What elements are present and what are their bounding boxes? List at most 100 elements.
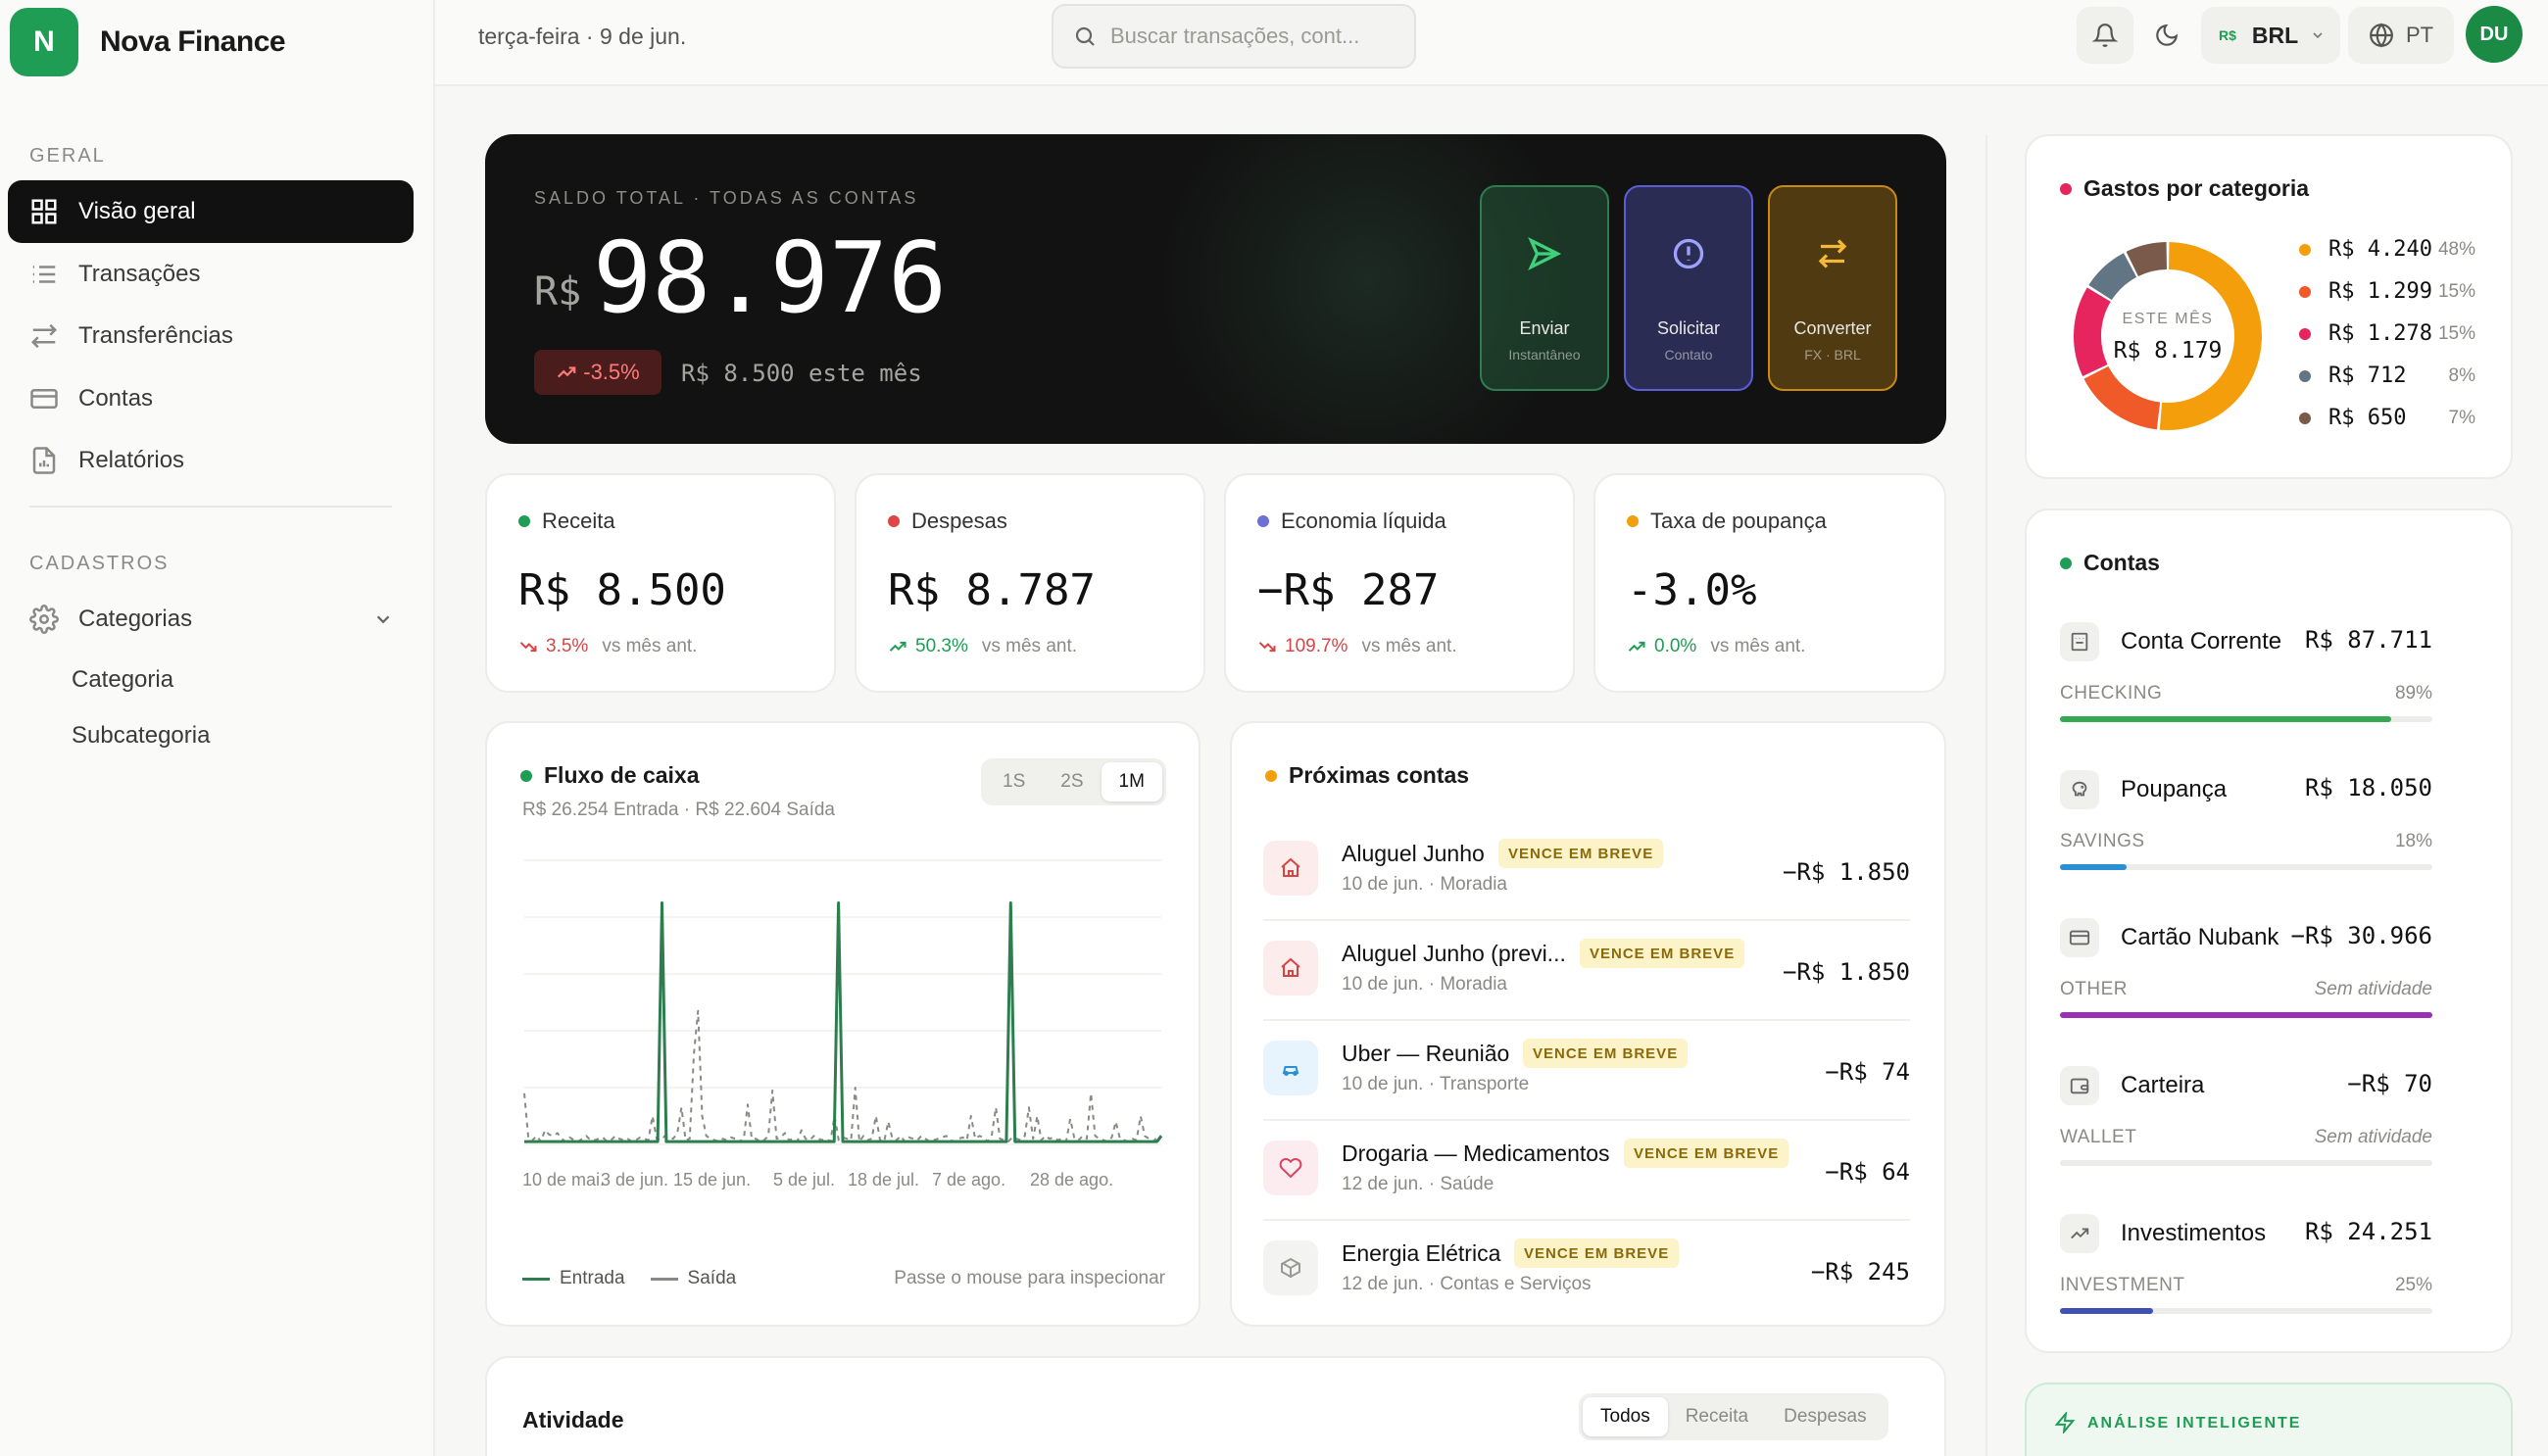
account-progress-fill — [2060, 1012, 2432, 1018]
sidebar-item-reports[interactable]: Relatórios — [8, 429, 414, 492]
currency-symbol: R$ — [2219, 27, 2236, 43]
account-amount: R$ 18.050 — [2304, 774, 2432, 801]
sidebar-sub-category[interactable]: Categoria — [72, 666, 173, 694]
tab-1m[interactable]: 1M — [1101, 762, 1162, 801]
sidebar-item-label: Contas — [78, 385, 154, 412]
bill-amount: −R$ 74 — [1825, 1058, 1910, 1086]
tab-1s[interactable]: 1S — [985, 762, 1043, 801]
status-badge: VENCE EM BREVE — [1523, 1039, 1689, 1068]
account-type: CHECKING — [2060, 683, 2163, 704]
search-input[interactable] — [1110, 24, 1395, 49]
account-share: 25% — [2394, 1275, 2432, 1295]
sidebar-item-categories[interactable]: Categorias — [8, 588, 414, 651]
chevron-down-icon[interactable] — [372, 608, 394, 630]
account-progress-track — [2060, 716, 2432, 722]
trend-up-icon — [1628, 641, 1645, 652]
card-icon — [2069, 930, 2090, 946]
sidebar-divider — [29, 506, 392, 508]
stat-title: Despesas — [911, 509, 1007, 533]
x-tick-label: 28 de ago. — [1030, 1170, 1113, 1189]
search-box[interactable] — [1052, 4, 1416, 69]
balance-hero: SALDO TOTAL · TODAS AS CONTAS R$ 98.976 … — [485, 134, 1946, 444]
bill-row[interactable]: Aluguel Junho 10 de jun. · Moradia VENCE E… — [1263, 821, 1910, 921]
notifications-button[interactable] — [2077, 7, 2133, 64]
brand-name: Nova Finance — [100, 25, 286, 58]
account-share: 18% — [2394, 831, 2432, 851]
sidebar-item-overview[interactable]: Visão geral — [8, 180, 414, 243]
bill-meta: 12 de jun. · Contas e Serviços — [1342, 1274, 1592, 1294]
account-name: Poupança — [2121, 776, 2228, 802]
language-label: PT — [2405, 23, 2434, 47]
current-date: terça-feira · 9 de jun. — [478, 24, 687, 49]
avatar[interactable]: DU — [2466, 6, 2523, 63]
sidebar-item-label: Transações — [78, 261, 201, 287]
stat-value: -3.0% — [1627, 565, 1757, 615]
convert-button[interactable]: Converter FX · BRL — [1768, 185, 1897, 391]
cashflow-card: Fluxo de caixa R$ 26.254 Entrada · R$ 22… — [485, 721, 1200, 1327]
theme-toggle-button[interactable] — [2138, 7, 2195, 64]
x-tick-label: 3 de jun. — [601, 1170, 668, 1189]
language-selector[interactable]: PT — [2348, 7, 2454, 64]
bill-meta: 10 de jun. · Moradia — [1342, 874, 1507, 895]
sidebar-item-label: Categorias — [78, 606, 193, 632]
bill-row[interactable]: Drogaria — Medicamentos 12 de jun. · Saúd… — [1263, 1121, 1910, 1221]
trend-down-icon — [519, 642, 537, 653]
tab-income[interactable]: Receita — [1668, 1397, 1766, 1436]
account-icon-tile — [2060, 622, 2099, 661]
donut-slice[interactable] — [2159, 242, 2262, 430]
legend-dot — [2299, 327, 2311, 340]
spending-donut-chart[interactable] — [2070, 238, 2266, 434]
legend-item: R$ 650 7% — [2299, 406, 2475, 430]
bill-icon-tile — [1263, 1041, 1318, 1095]
bill-row[interactable]: Uber — Reunião 10 de jun. · Transporte VEN… — [1263, 1021, 1910, 1121]
bill-amount: −R$ 245 — [1810, 1258, 1910, 1286]
legend-value: R$ 1.299 — [2328, 279, 2432, 304]
balance-currency: R$ — [534, 269, 582, 315]
bill-icon-tile — [1263, 841, 1318, 896]
cashflow-title: Fluxo de caixa — [544, 762, 700, 788]
ai-insights-label: ANÁLISE INTELIGENTE — [2087, 1415, 2302, 1432]
status-dot — [1265, 769, 1277, 782]
account-progress-track — [2060, 1012, 2432, 1018]
sidebar: N Nova Finance GERAL Visão geral Transaç… — [0, 0, 435, 1456]
sidebar-item-transactions[interactable]: Transações — [8, 243, 414, 306]
donut-center-value: R$ 8.179 — [2113, 338, 2223, 364]
bill-name: Energia Elétrica — [1342, 1240, 1501, 1266]
legend-value: R$ 712 — [2328, 364, 2407, 388]
stat-pct: 50.3% — [915, 636, 968, 656]
account-progress-fill — [2060, 716, 2392, 722]
swap-icon — [1818, 239, 1847, 268]
cashflow-chart[interactable]: 10 de mai.3 de jun. 15 de jun. 5 de jul. 18… — [516, 850, 1173, 1203]
sidebar-item-accounts[interactable]: Contas — [8, 367, 414, 430]
trend-up-icon — [889, 641, 906, 652]
home-icon — [1281, 857, 1300, 877]
account-share: Sem atividade — [2314, 979, 2432, 999]
currency-label: BRL — [2251, 22, 2299, 48]
currency-selector[interactable]: R$ BRL — [2201, 7, 2340, 64]
account-name: Cartão Nubank — [2121, 924, 2279, 950]
tab-all[interactable]: Todos — [1583, 1397, 1668, 1436]
sidebar-sub-subcategory[interactable]: Subcategoria — [72, 722, 210, 750]
request-button[interactable]: Solicitar Contato — [1624, 185, 1753, 391]
donut-slice[interactable] — [2088, 253, 2137, 301]
donut-slice[interactable] — [2126, 242, 2168, 277]
legend-value: R$ 4.240 — [2328, 237, 2432, 262]
cashflow-legend: Entrada Saída — [522, 1268, 736, 1289]
box-icon — [1281, 1257, 1300, 1279]
bill-row[interactable]: Energia Elétrica 12 de jun. · Contas e Se… — [1263, 1221, 1910, 1321]
x-tick-label: 15 de jun. — [673, 1170, 751, 1189]
legend-pct: 8% — [2448, 364, 2475, 386]
donut-slice[interactable] — [2083, 365, 2161, 430]
alert-circle-icon — [1673, 238, 1704, 269]
bill-name: Drogaria — Medicamentos — [1342, 1141, 1610, 1166]
ai-insights-card[interactable]: ANÁLISE INTELIGENTE — [2025, 1383, 2513, 1456]
bill-row[interactable]: Aluguel Junho (previ... 10 de jun. · Mora… — [1263, 921, 1910, 1021]
tab-expenses[interactable]: Despesas — [1766, 1397, 1885, 1436]
send-button[interactable]: Enviar Instantâneo — [1480, 185, 1609, 391]
sidebar-item-transfers[interactable]: Transferências — [8, 305, 414, 367]
status-dot — [2060, 182, 2072, 195]
action-label: Solicitar — [1656, 318, 1721, 338]
account-icon-tile — [2060, 918, 2099, 957]
bill-name: Aluguel Junho — [1342, 841, 1485, 866]
tab-2s[interactable]: 2S — [1043, 762, 1101, 801]
